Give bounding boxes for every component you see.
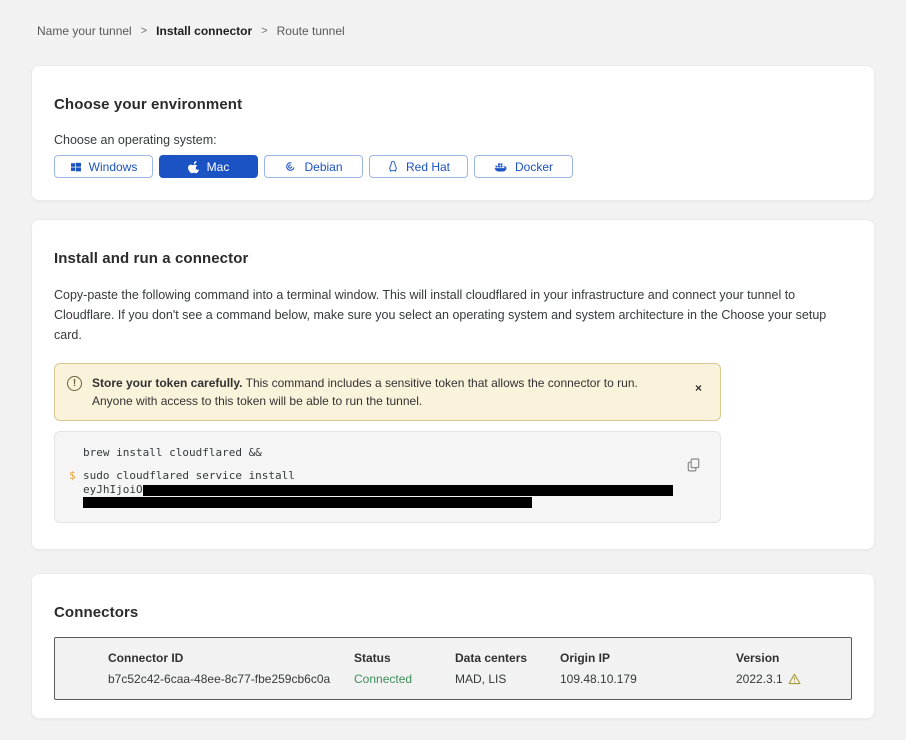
os-button-label: Docker [515,160,553,174]
connectors-card-title: Connectors [54,604,852,621]
breadcrumb-item-name-your-tunnel[interactable]: Name your tunnel [37,24,132,38]
info-icon: ! [67,376,82,391]
os-button-windows[interactable]: Windows [54,155,153,178]
breadcrumb-item-route-tunnel[interactable]: Route tunnel [277,24,345,38]
os-button-group: Windows Mac [54,155,852,178]
connectors-card: Connectors Connector ID Status Data cent… [31,573,875,719]
code-line-2: sudo cloudflared service install [83,468,295,483]
environment-card-title: Choose your environment [54,96,852,113]
redacted-token-bar [83,497,532,508]
os-button-redhat[interactable]: Red Hat [369,155,468,178]
table-row: b7c52c42-6caa-48ee-8c77-fbe259cb6c0a Con… [108,672,851,686]
os-button-label: Red Hat [406,160,450,174]
cell-connector-id: b7c52c42-6caa-48ee-8c77-fbe259cb6c0a [108,672,354,686]
close-icon[interactable]: × [691,374,708,393]
code-line-1: brew install cloudflared && [83,445,262,460]
debian-icon [284,160,297,173]
token-warning-text: Store your token carefully. This command… [92,374,681,410]
apple-icon [188,160,200,174]
windows-icon [70,161,82,173]
os-button-mac[interactable]: Mac [159,155,258,178]
os-button-docker[interactable]: Docker [474,155,573,178]
os-select-label: Choose an operating system: [54,133,852,147]
prompt-spacer [69,445,83,460]
header-origin-ip: Origin IP [560,651,736,665]
cell-version: 2022.3.1 [736,672,851,686]
shell-prompt: $ [69,468,83,483]
breadcrumb-item-install-connector[interactable]: Install connector [156,24,252,38]
connectors-table: Connector ID Status Data centers Origin … [54,637,852,700]
header-status: Status [354,651,455,665]
redacted-token-bar [143,485,673,496]
choose-environment-card: Choose your environment Choose an operat… [31,65,875,201]
install-command-code-block[interactable]: brew install cloudflared && $ sudo cloud… [54,431,721,523]
install-card-title: Install and run a connector [54,250,852,267]
header-version: Version [736,651,851,665]
prompt-spacer [69,497,83,508]
header-data-centers: Data centers [455,651,560,665]
breadcrumb-separator: > [141,25,147,37]
os-button-label: Mac [207,160,230,174]
cell-origin-ip: 109.48.10.179 [560,672,736,686]
prompt-spacer [69,484,83,496]
token-warning-bold: Store your token carefully. [92,376,243,390]
install-card-description: Copy-paste the following command into a … [54,285,852,345]
warning-triangle-icon [788,674,801,685]
header-connector-id: Connector ID [108,651,354,665]
copy-icon[interactable] [687,458,700,475]
token-prefix: eyJhIjoiO [83,484,673,496]
connectors-table-header-row: Connector ID Status Data centers Origin … [108,651,851,665]
os-button-debian[interactable]: Debian [264,155,363,178]
os-button-label: Windows [89,160,138,174]
os-button-label: Debian [304,160,342,174]
docker-icon [494,161,508,173]
redhat-icon [387,160,399,173]
status-badge: Connected [354,672,455,686]
token-warning-banner: ! Store your token carefully. This comma… [54,363,721,421]
cell-data-centers: MAD, LIS [455,672,560,686]
breadcrumb-separator: > [261,25,267,37]
breadcrumb: Name your tunnel > Install connector > R… [0,0,906,38]
install-connector-card: Install and run a connector Copy-paste t… [31,219,875,550]
